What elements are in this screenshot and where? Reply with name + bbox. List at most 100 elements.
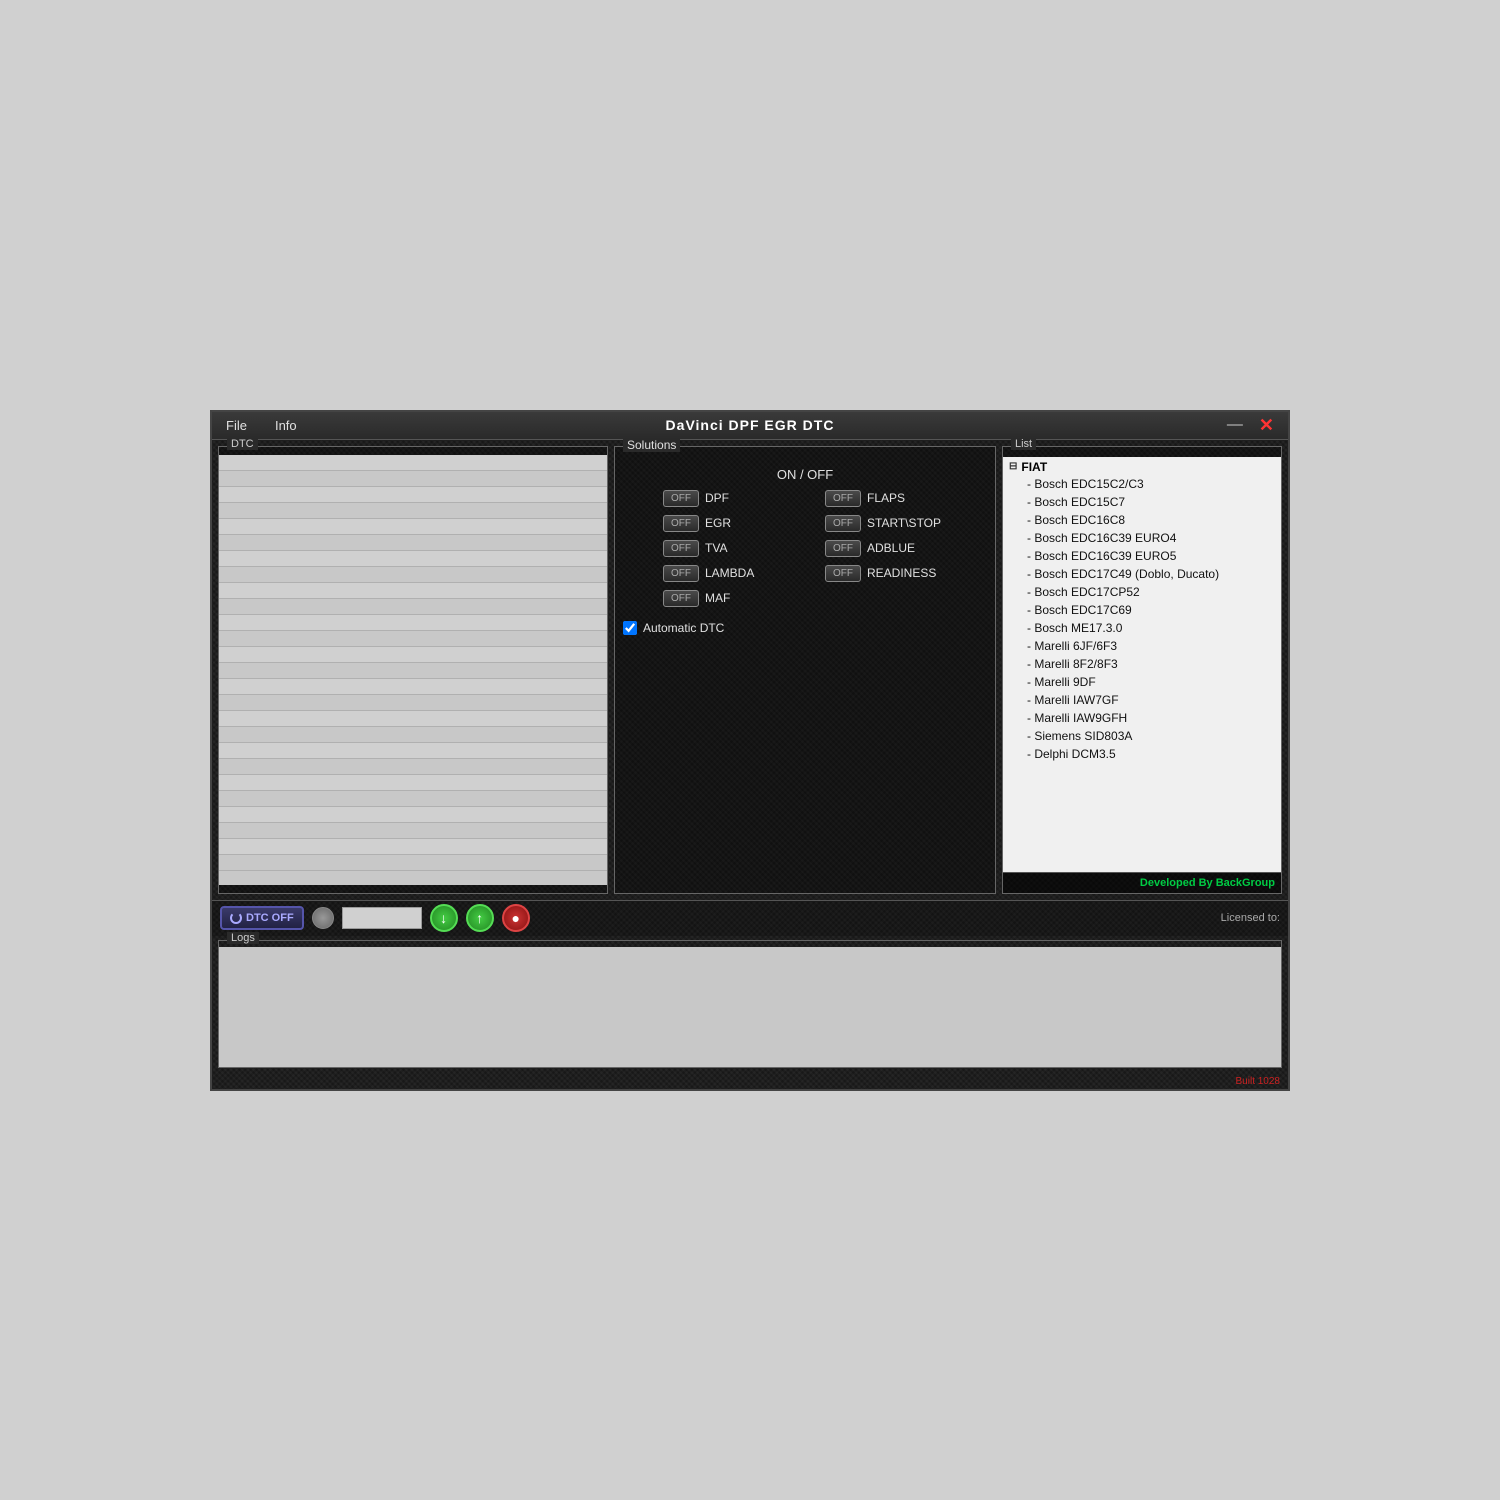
dtc-row [219, 599, 607, 615]
solutions-inner: ON / OFF OFF DPF OFF EGR OFF [615, 459, 995, 643]
solutions-right-col: OFF FLAPS OFF START\STOP OFF ADBLUE OF [825, 490, 947, 607]
dtc-panel: DTC [218, 446, 608, 894]
flaps-label: FLAPS [867, 491, 947, 505]
tree-item-iaw9gfh[interactable]: - Marelli IAW9GFH [1007, 709, 1277, 727]
auto-dtc-checkbox[interactable] [623, 621, 637, 635]
solutions-columns: OFF DPF OFF EGR OFF TVA OFF [623, 490, 987, 607]
flaps-toggle[interactable]: OFF [825, 490, 861, 507]
menu-info[interactable]: Info [269, 416, 303, 435]
licensed-to: Licensed to: [1221, 912, 1280, 924]
list-panel: List ⊟ FIAT - Bosch EDC15C2/C3 - Bosch E… [1002, 446, 1282, 894]
menu-file[interactable]: File [220, 416, 253, 435]
solution-row-egr: OFF EGR [663, 515, 785, 532]
tree-item-edc16c39e5[interactable]: - Bosch EDC16C39 EURO5 [1007, 547, 1277, 565]
maf-label: MAF [705, 591, 785, 605]
dtc-row [219, 839, 607, 855]
dpf-toggle[interactable]: OFF [663, 490, 699, 507]
egr-toggle[interactable]: OFF [663, 515, 699, 532]
tree-item-edc15c2c3[interactable]: - Bosch EDC15C2/C3 [1007, 475, 1277, 493]
dpf-label: DPF [705, 491, 785, 505]
dtc-row [219, 759, 607, 775]
dtc-row [219, 823, 607, 839]
main-content: DTC [212, 440, 1288, 900]
minimize-button[interactable]: — [1221, 414, 1249, 436]
dtc-row [219, 503, 607, 519]
tree-group-fiat-label[interactable]: ⊟ FIAT [1007, 459, 1277, 475]
download-button[interactable]: ↓ [430, 904, 458, 932]
dtc-row [219, 519, 607, 535]
app-window: File Info DaVinci DPF EGR DTC — ✕ DTC [210, 410, 1290, 1091]
solutions-panel: Solutions ON / OFF OFF DPF OFF EGR [614, 446, 996, 894]
solution-row-maf: OFF MAF [663, 590, 785, 607]
dtc-row [219, 631, 607, 647]
dtc-row [219, 567, 607, 583]
dtc-row [219, 471, 607, 487]
logs-content [219, 947, 1281, 1067]
dtc-row [219, 855, 607, 871]
dtc-row [219, 615, 607, 631]
startstop-label: START\STOP [867, 516, 947, 530]
dtc-list[interactable] [219, 455, 607, 885]
startstop-toggle[interactable]: OFF [825, 515, 861, 532]
tree-item-sid803a[interactable]: - Siemens SID803A [1007, 727, 1277, 745]
tree-item-edc16c8[interactable]: - Bosch EDC16C8 [1007, 511, 1277, 529]
maf-toggle[interactable]: OFF [663, 590, 699, 607]
window-title: DaVinci DPF EGR DTC [666, 417, 835, 433]
bottom-toolbar: DTC OFF ↓ ↑ ● Licensed to: [212, 900, 1288, 936]
solution-row-dpf: OFF DPF [663, 490, 785, 507]
lambda-toggle[interactable]: OFF [663, 565, 699, 582]
text-input[interactable] [342, 907, 422, 929]
tree-item-edc17cp52[interactable]: - Bosch EDC17CP52 [1007, 583, 1277, 601]
dtc-panel-label: DTC [227, 438, 258, 450]
close-button[interactable]: ✕ [1253, 414, 1280, 436]
solutions-panel-label: Solutions [623, 438, 680, 452]
dtc-row [219, 807, 607, 823]
dtc-row [219, 743, 607, 759]
on-off-header: ON / OFF [623, 467, 987, 482]
tree-item-dcm35[interactable]: - Delphi DCM3.5 [1007, 745, 1277, 763]
adblue-toggle[interactable]: OFF [825, 540, 861, 557]
dtc-row [219, 775, 607, 791]
tree-item-iaw7gf[interactable]: - Marelli IAW7GF [1007, 691, 1277, 709]
dtc-row [219, 647, 607, 663]
tree-item-9df[interactable]: - Marelli 9DF [1007, 673, 1277, 691]
tree-item-me1730[interactable]: - Bosch ME17.3.0 [1007, 619, 1277, 637]
dtc-row [219, 679, 607, 695]
readiness-label: READINESS [867, 566, 947, 580]
tree-item-6jf6f3[interactable]: - Marelli 6JF/6F3 [1007, 637, 1277, 655]
logs-label: Logs [227, 932, 259, 944]
fiat-label: FIAT [1021, 460, 1047, 474]
tree-item-edc17c49[interactable]: - Bosch EDC17C49 (Doblo, Ducato) [1007, 565, 1277, 583]
solution-row-flaps: OFF FLAPS [825, 490, 947, 507]
tree-item-edc15c7[interactable]: - Bosch EDC15C7 [1007, 493, 1277, 511]
lambda-label: LAMBDA [705, 566, 785, 580]
tree-item-edc16c39e4[interactable]: - Bosch EDC16C39 EURO4 [1007, 529, 1277, 547]
readiness-toggle[interactable]: OFF [825, 565, 861, 582]
fiat-expander-icon: ⊟ [1009, 461, 1017, 472]
auto-dtc-row: Automatic DTC [623, 621, 987, 635]
dtc-off-label: DTC OFF [246, 912, 294, 924]
stop-icon: ● [511, 910, 519, 926]
upload-button[interactable]: ↑ [466, 904, 494, 932]
dtc-row [219, 695, 607, 711]
power-icon [230, 912, 242, 924]
solution-row-lambda: OFF LAMBDA [663, 565, 785, 582]
dtc-row [219, 583, 607, 599]
dtc-off-button[interactable]: DTC OFF [220, 906, 304, 930]
download-icon: ↓ [440, 910, 447, 926]
tree-item-edc17c69[interactable]: - Bosch EDC17C69 [1007, 601, 1277, 619]
list-tree[interactable]: ⊟ FIAT - Bosch EDC15C2/C3 - Bosch EDC15C… [1003, 457, 1281, 872]
dtc-row [219, 663, 607, 679]
title-bar: File Info DaVinci DPF EGR DTC — ✕ [212, 412, 1288, 440]
solution-row-tva: OFF TVA [663, 540, 785, 557]
auto-dtc-label: Automatic DTC [643, 621, 724, 635]
dtc-row [219, 711, 607, 727]
stop-button[interactable]: ● [502, 904, 530, 932]
dtc-row [219, 455, 607, 471]
window-controls: — ✕ [1221, 414, 1280, 436]
build-info: Built 1028 [212, 1074, 1288, 1089]
tva-toggle[interactable]: OFF [663, 540, 699, 557]
dtc-row [219, 727, 607, 743]
tree-item-8f28f3[interactable]: - Marelli 8F2/8F3 [1007, 655, 1277, 673]
adblue-label: ADBLUE [867, 541, 947, 555]
